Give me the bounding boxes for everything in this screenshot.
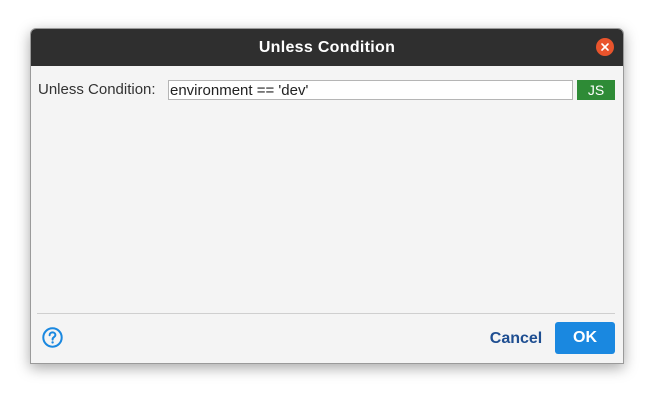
close-icon bbox=[601, 43, 609, 51]
close-button[interactable] bbox=[596, 38, 614, 56]
dialog-title: Unless Condition bbox=[258, 39, 396, 56]
dialog-titlebar[interactable]: Unless Condition bbox=[31, 29, 623, 66]
js-button[interactable]: JS bbox=[577, 80, 615, 100]
help-icon bbox=[42, 327, 63, 348]
help-button[interactable] bbox=[42, 327, 63, 348]
ok-button[interactable]: OK bbox=[555, 322, 615, 354]
cancel-button[interactable]: Cancel bbox=[469, 323, 563, 355]
unless-condition-input[interactable] bbox=[168, 80, 573, 100]
unless-condition-dialog: Unless Condition Unless Condition: JS Ca… bbox=[30, 28, 624, 364]
footer-divider bbox=[37, 313, 615, 314]
unless-condition-label: Unless Condition: bbox=[38, 81, 156, 98]
